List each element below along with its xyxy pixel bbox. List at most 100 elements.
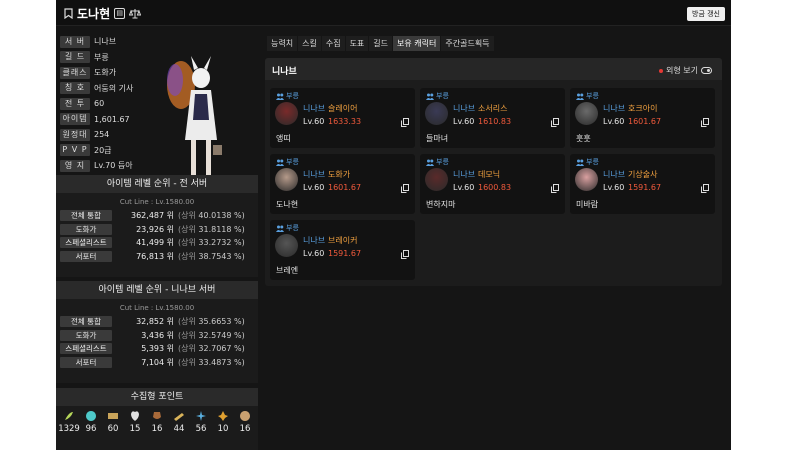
- profile-info-key: 클래스: [60, 66, 90, 79]
- rank-percentile-prefix: (상위: [178, 238, 196, 248]
- rank-percentile: (상위 33.4873 %): [178, 357, 245, 368]
- card-level: Lv.60: [603, 117, 625, 126]
- rank-category-label: 스페셜리스트: [60, 237, 112, 249]
- guild-role-label: 부릉: [586, 92, 599, 100]
- character-card[interactable]: 부릉 니나브 기상술사 Lv.60 1591.67 미바람: [570, 154, 715, 214]
- tab-item[interactable]: 수집: [321, 36, 345, 51]
- card-item-level: 1601.67: [628, 117, 662, 126]
- card-character-name: 도나현: [276, 200, 299, 209]
- rank-percentile-value: 33.2732 %): [198, 238, 245, 248]
- collection-item[interactable]: 10: [213, 410, 233, 434]
- rank-row: 스페셜리스트 5,393 위 (상위 32.7067 %): [56, 342, 258, 356]
- character-card[interactable]: 부릉 니나브 소서리스 Lv.60 1610.83 들마녀: [420, 88, 565, 148]
- giant-heart-icon: [131, 411, 139, 421]
- world-tree-leaf-icon: [196, 411, 206, 421]
- guild-role: 부릉: [576, 157, 599, 167]
- copy-icon[interactable]: [551, 184, 559, 193]
- collection-item[interactable]: 60: [103, 410, 123, 434]
- toggle-switch-icon[interactable]: [701, 67, 712, 74]
- rank-percentile-value: 32.5749 %): [198, 330, 245, 340]
- character-card[interactable]: 부릉 니나브 브레이커 Lv.60 1591.67 브레엔: [270, 220, 415, 280]
- guild-role-label: 부릉: [436, 92, 449, 100]
- id-card-icon[interactable]: ▤: [114, 8, 126, 19]
- rank-position: 23,926 위: [136, 224, 174, 234]
- skin-toggle[interactable]: 외형 보기: [659, 65, 712, 76]
- collection-title: 수집형 포인트: [56, 388, 258, 406]
- profile-info-key: P V P: [60, 144, 90, 157]
- character-card[interactable]: 부릉 니나브 호크아이 Lv.60 1601.67 훗훗: [570, 88, 715, 148]
- profile-info-value: 부릉: [94, 52, 109, 62]
- guild-role-label: 부릉: [286, 158, 299, 166]
- card-item-level: 1601.67: [328, 183, 362, 192]
- right-column: 능력치 스킬 수집 도표 길드 보유 캐릭터 주간골드획득 니나브 외형 보기 부릉 니나브 슬…: [265, 30, 722, 446]
- profile-info-key: 전 투: [60, 97, 90, 110]
- card-server: 니나브: [603, 104, 626, 113]
- character-avatar: [425, 168, 448, 191]
- card-server: 니나브: [303, 170, 326, 179]
- rank-percentile: (상위 35.6653 %): [178, 316, 245, 327]
- ignea-icon: [218, 411, 228, 421]
- profile-info-value: 1,601.67: [94, 114, 130, 124]
- copy-icon[interactable]: [551, 118, 559, 127]
- character-avatar: [275, 168, 298, 191]
- card-item-level: 1591.67: [328, 249, 362, 258]
- rank-percentile-value: 35.6653 %): [198, 317, 245, 327]
- profile-info-value: 어둠의 기사: [94, 83, 134, 93]
- profile-header: 도나현 ▤ 방금 갱신: [56, 0, 731, 26]
- collection-item[interactable]: 16: [235, 410, 255, 434]
- card-item-level: 1600.83: [478, 183, 512, 192]
- tab-item[interactable]: 주간골드획득: [441, 36, 494, 51]
- users-icon: [576, 159, 584, 166]
- card-level: Lv.60: [303, 117, 325, 126]
- rank-percentile-value: 32.7067 %): [198, 344, 245, 354]
- collection-value: 1329: [58, 424, 80, 434]
- copy-icon[interactable]: [701, 118, 709, 127]
- collection-value: 44: [173, 424, 185, 434]
- copy-icon[interactable]: [401, 250, 409, 259]
- refresh-button[interactable]: 방금 갱신: [687, 7, 725, 21]
- collection-item[interactable]: 44: [169, 410, 189, 434]
- tab-item[interactable]: 능력치: [267, 36, 298, 51]
- rank-percentile-prefix: (상위: [178, 344, 196, 354]
- tab-item[interactable]: 스킬: [298, 36, 321, 51]
- profile-info-key: 원정대: [60, 128, 90, 141]
- copy-icon[interactable]: [401, 118, 409, 127]
- rank-server-cutline: Cut Line : Lv.1580.00: [119, 304, 195, 312]
- rank-position: 7,104 위: [141, 357, 174, 367]
- character-card[interactable]: 부릉 니나브 슬레이어 Lv.60 1633.33 앵띠: [270, 88, 415, 148]
- collection-item[interactable]: 56: [191, 410, 211, 434]
- guild-role: 부릉: [576, 91, 599, 101]
- character-card[interactable]: 부릉 니나브 도화가 Lv.60 1601.67 도나현: [270, 154, 415, 214]
- character-name: 도나현: [77, 7, 111, 21]
- copy-icon[interactable]: [401, 184, 409, 193]
- rank-server: 아이템 레벨 순위 - 니나브 서버 Cut Line : Lv.1580.00…: [56, 281, 258, 383]
- users-icon: [276, 225, 284, 232]
- rank-all-cutline: Cut Line : Lv.1580.00: [119, 198, 195, 206]
- copy-icon[interactable]: [701, 184, 709, 193]
- tab-item[interactable]: 보유 캐릭터: [393, 36, 441, 51]
- profile-info-key: 서 버: [60, 35, 90, 48]
- scale-icon[interactable]: [129, 8, 142, 19]
- collection-item[interactable]: 1329: [58, 410, 80, 434]
- users-icon: [276, 159, 284, 166]
- collection-item[interactable]: 96: [81, 410, 101, 434]
- character-avatar: [275, 234, 298, 257]
- rank-percentile-value: 38.7543 %): [198, 251, 245, 261]
- rank-position: 76,813 위: [136, 251, 174, 261]
- rank-position: 3,436 위: [141, 330, 174, 340]
- collection-item[interactable]: 15: [125, 410, 145, 434]
- collection-item[interactable]: 16: [147, 410, 167, 434]
- card-item-level: 1610.83: [478, 117, 512, 126]
- card-character-name: 변하지마: [426, 200, 456, 209]
- tab-item[interactable]: 길드: [369, 36, 393, 51]
- character-avatar: [275, 102, 298, 125]
- users-icon: [276, 93, 284, 100]
- guild-role-label: 부릉: [286, 224, 299, 232]
- bookmark-icon[interactable]: [64, 8, 73, 19]
- rank-percentile-prefix: (상위: [178, 357, 196, 367]
- tab-item[interactable]: 도표: [345, 36, 369, 51]
- profile-info-value: 니나브: [94, 37, 117, 47]
- rank-row: 전체 통합 32,852 위 (상위 35.6653 %): [56, 315, 258, 329]
- character-card[interactable]: 부릉 니나브 데모닉 Lv.60 1600.83 변하지마: [420, 154, 565, 214]
- characters-panel: 니나브 외형 보기 부릉 니나브 슬레이어 Lv.60 1633.33 앵띠 부릉 니나브 소서…: [265, 58, 722, 286]
